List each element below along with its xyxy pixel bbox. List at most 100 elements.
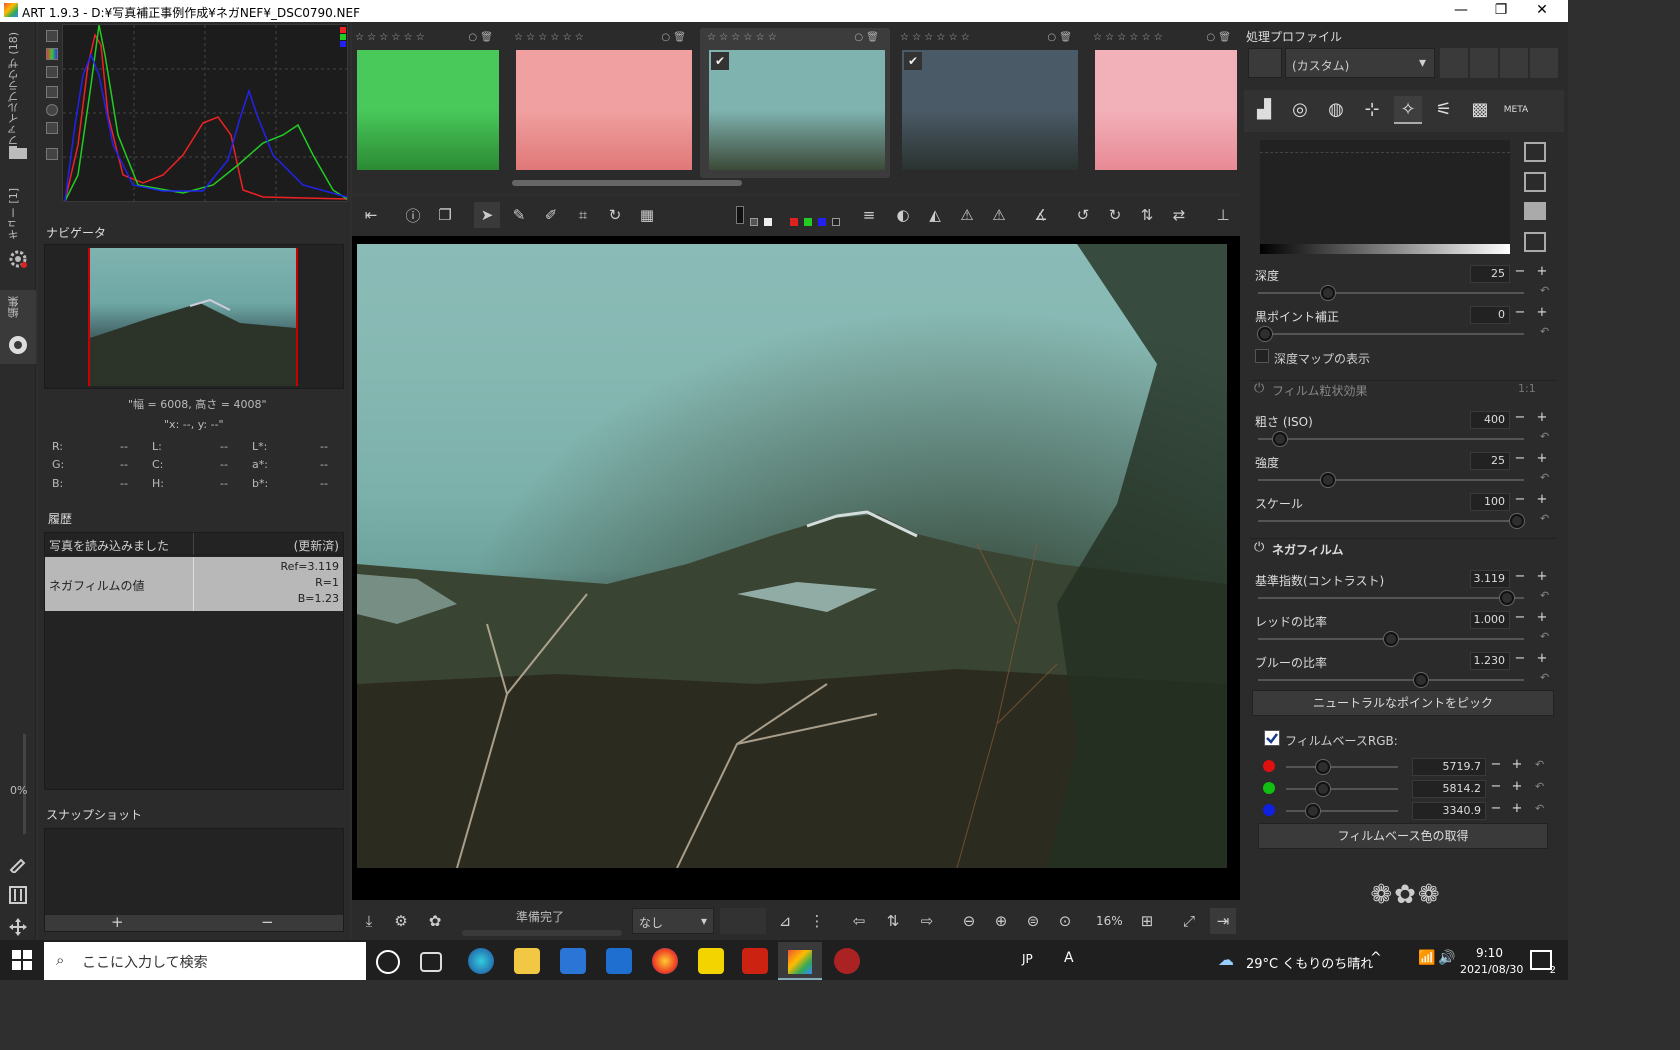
grain-strength-plus-button[interactable]: +: [1535, 451, 1549, 466]
thumb-rating-bar[interactable]: ☆ ☆ ☆ ☆ ☆ ☆ ○ 🗑: [355, 32, 497, 46]
ref-exponent-slider[interactable]: [1258, 597, 1524, 599]
film-base-minus-button[interactable]: −: [1489, 757, 1503, 772]
weather-text[interactable]: 29°C くもりのち晴れ: [1246, 953, 1373, 972]
histogram-rgb-icon[interactable]: [46, 48, 58, 60]
store-icon[interactable]: [560, 948, 586, 974]
taskbar-search[interactable]: ⌕ ここに入力して検索: [44, 942, 366, 980]
filmstrip-thumbnail[interactable]: [1095, 50, 1237, 170]
thumb-rating-bar[interactable]: ☆ ☆ ☆ ☆ ☆ ☆ ○ 🗑: [707, 32, 883, 46]
tool-tab-exposure-icon[interactable]: ▟: [1250, 96, 1278, 124]
tab-queue[interactable]: キュー [1]: [6, 188, 22, 240]
tab-file-browser[interactable]: ファイルブラウザ (18): [6, 32, 22, 146]
clock-time[interactable]: 9:10: [1476, 946, 1503, 960]
clock-date[interactable]: 2021/08/30: [1460, 963, 1523, 976]
folder-icon[interactable]: [1524, 202, 1546, 220]
crop-icon[interactable]: ⌗: [570, 202, 596, 228]
save-profile-icon[interactable]: [1470, 48, 1498, 78]
reset-icon[interactable]: ↶: [1540, 589, 1549, 602]
wb-picker-icon[interactable]: ✎: [506, 202, 532, 228]
raw-app-icon[interactable]: [742, 948, 768, 974]
edge-icon[interactable]: [468, 948, 494, 974]
preview-mode-icon[interactable]: [736, 206, 744, 224]
film-base-slider[interactable]: [1286, 766, 1398, 768]
highlight-clip-icon[interactable]: ◭: [922, 202, 948, 228]
open-profile-icon[interactable]: [1440, 48, 1468, 78]
prev-image-icon[interactable]: ⇦: [846, 908, 872, 934]
depth-slider[interactable]: [1258, 292, 1524, 294]
film-base-minus-button[interactable]: −: [1489, 779, 1503, 794]
power-icon[interactable]: ⏻: [1254, 540, 1264, 555]
ref-exponent-value[interactable]: 3.119: [1470, 570, 1510, 588]
film-base-value[interactable]: 3340.9: [1412, 802, 1486, 820]
sticky-notes-icon[interactable]: [698, 948, 724, 974]
tool-tab-advanced-icon[interactable]: ▩: [1466, 96, 1494, 124]
grain-strength-minus-button[interactable]: −: [1513, 451, 1527, 466]
grain-scale-plus-button[interactable]: +: [1535, 492, 1549, 507]
reset-icon[interactable]: ↶: [1535, 780, 1544, 793]
preview-green-icon[interactable]: [804, 218, 812, 226]
rank-icon[interactable]: ⊿: [772, 908, 798, 934]
grain-scale-value[interactable]: 100: [1470, 493, 1510, 511]
tool-tab-effects-icon[interactable]: ✧: [1394, 96, 1422, 124]
thumb-trash-icon[interactable]: ○ 🗑: [1047, 32, 1072, 43]
straighten-icon[interactable]: ↻: [602, 202, 628, 228]
black-point-plus-button[interactable]: +: [1535, 305, 1549, 320]
paste-icon[interactable]: [1524, 172, 1546, 192]
grain-iso-minus-button[interactable]: −: [1513, 410, 1527, 425]
red-ratio-plus-button[interactable]: +: [1535, 610, 1549, 625]
flip-horizontal-icon[interactable]: ⇄: [1166, 202, 1192, 228]
grain-scale-minus-button[interactable]: −: [1513, 492, 1527, 507]
warning-dark-icon[interactable]: ⚠: [954, 202, 980, 228]
film-base-value[interactable]: 5719.7: [1412, 758, 1486, 776]
notification-icon[interactable]: 2: [1530, 950, 1556, 976]
film-base-slider[interactable]: [1286, 810, 1398, 812]
save-icon[interactable]: ⤓: [356, 908, 382, 934]
network-icon[interactable]: 📶: [1418, 950, 1435, 966]
queue-icon[interactable]: ⚙: [388, 908, 414, 934]
film-base-slider-knob[interactable]: [1306, 804, 1320, 818]
info-icon[interactable]: ⓘ: [400, 202, 426, 228]
reset-icon[interactable]: ↶: [1535, 802, 1544, 815]
film-base-checkbox[interactable]: [1264, 730, 1280, 746]
blue-ratio-plus-button[interactable]: +: [1535, 651, 1549, 666]
grain-iso-slider[interactable]: [1258, 438, 1524, 440]
reset-icon[interactable]: ↶: [1540, 325, 1549, 338]
grain-iso-slider-knob[interactable]: [1273, 432, 1288, 446]
histogram-raw-icon[interactable]: [46, 86, 58, 98]
profile-select[interactable]: (カスタム) ▾: [1285, 48, 1435, 78]
rotate-right-icon[interactable]: ↻: [1102, 202, 1128, 228]
tool-tab-transform-icon[interactable]: ⊹: [1358, 96, 1386, 124]
copy-profile-icon[interactable]: [1500, 48, 1528, 78]
hand-tool-icon[interactable]: ➤: [474, 202, 500, 228]
tool-tab-detail-icon[interactable]: ◎: [1286, 96, 1314, 124]
reset-icon[interactable]: ↶: [1540, 471, 1549, 484]
reset-icon[interactable]: ↶: [1540, 512, 1549, 525]
blue-ratio-value[interactable]: 1.230: [1470, 652, 1510, 670]
next-image-icon[interactable]: ⇨: [914, 908, 940, 934]
film-base-value[interactable]: 5814.2: [1412, 780, 1486, 798]
reset-icon[interactable]: ↶: [1535, 758, 1544, 771]
grain-strength-value[interactable]: 25: [1470, 452, 1510, 470]
history-row[interactable]: 写真を読み込みました (更新済): [45, 533, 343, 555]
thumb-trash-icon[interactable]: ○ 🗑: [661, 32, 686, 43]
zoom-out-icon[interactable]: ⊖: [956, 908, 982, 934]
red-ratio-slider-knob[interactable]: [1384, 632, 1398, 646]
copy-icon[interactable]: [1524, 142, 1546, 162]
histogram-more-icon[interactable]: [46, 148, 58, 160]
move-icon[interactable]: [6, 916, 30, 938]
close-button[interactable]: ✕: [1524, 0, 1560, 22]
lines-icon[interactable]: ∡: [1028, 202, 1054, 228]
color-picker-icon[interactable]: ✐: [538, 202, 564, 228]
blue-ratio-slider[interactable]: [1258, 679, 1524, 681]
preview-blue-icon[interactable]: [818, 218, 826, 226]
color-label-select[interactable]: [720, 908, 766, 934]
grain-iso-plus-button[interactable]: +: [1535, 410, 1549, 425]
thumb-check-icon[interactable]: ✔: [904, 52, 922, 70]
filter-select[interactable]: なし ▾: [632, 908, 714, 934]
profile-list-icon[interactable]: [1248, 48, 1282, 78]
film-base-slider-knob[interactable]: [1316, 782, 1330, 796]
minimize-button[interactable]: —: [1443, 0, 1479, 22]
hide-panel-icon[interactable]: ⇤: [358, 202, 384, 228]
film-base-slider-knob[interactable]: [1316, 760, 1330, 774]
black-point-minus-button[interactable]: −: [1513, 305, 1527, 320]
